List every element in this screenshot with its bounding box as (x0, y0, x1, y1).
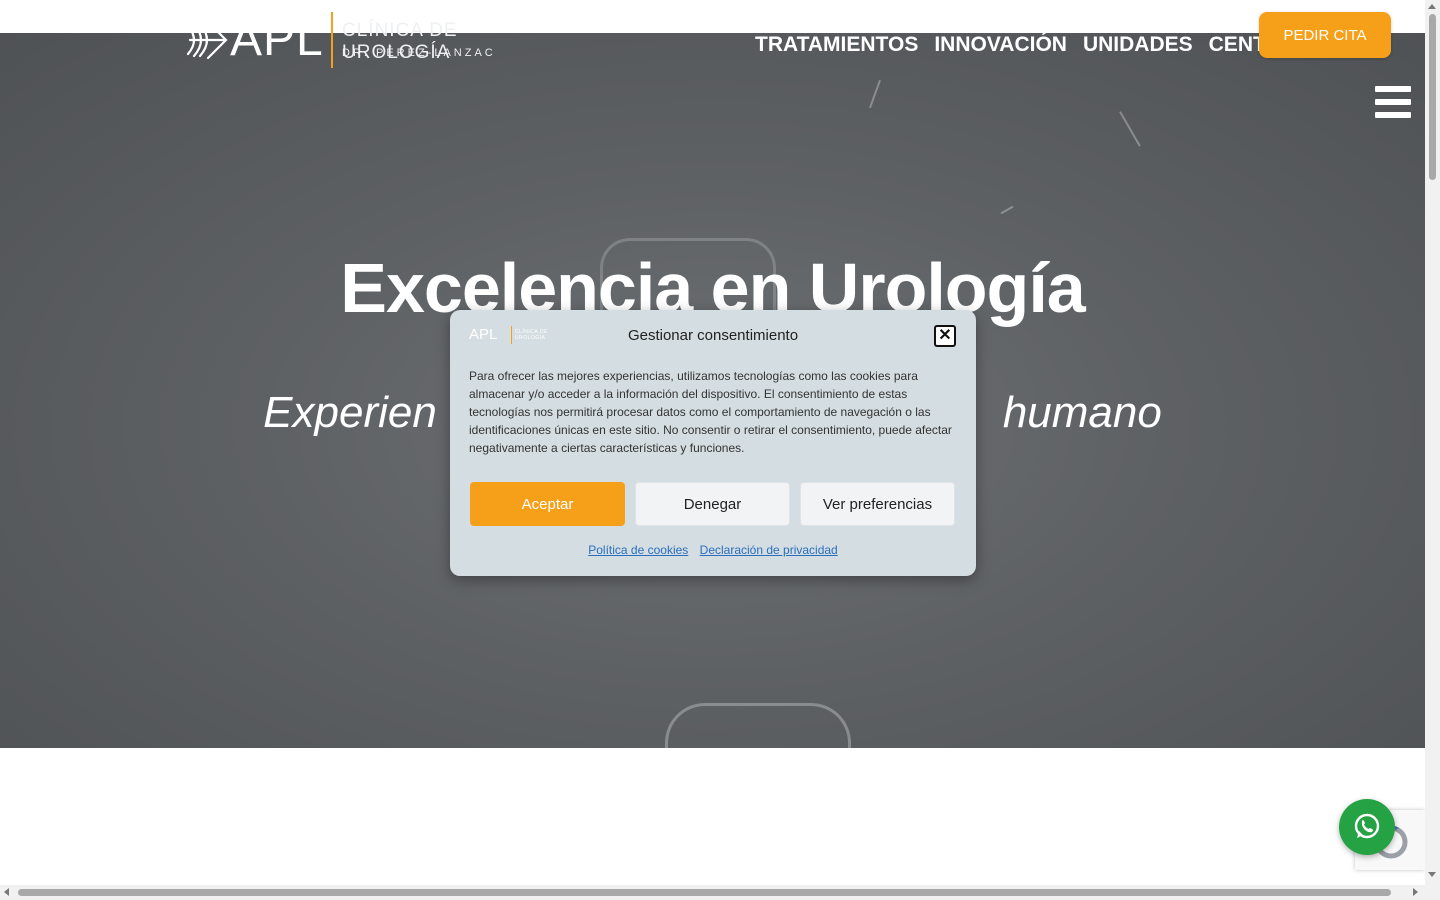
horizontal-scrollbar[interactable] (0, 885, 1425, 900)
vertical-scroll-thumb[interactable] (1429, 14, 1436, 180)
scroll-up-arrow-icon[interactable] (1428, 4, 1436, 9)
dialog-links: Política de cookies Declaración de priva… (450, 543, 976, 557)
hero-background-glass-bottom (665, 703, 851, 748)
hero-speck (868, 79, 882, 109)
hamburger-icon[interactable] (1375, 86, 1411, 118)
scroll-left-arrow-icon[interactable] (4, 888, 9, 896)
main-nav: TRATAMIENTOS INNOVACIÓN UNIDADES CENTROS (755, 32, 1311, 58)
privacy-statement-link[interactable]: Declaración de privacidad (700, 543, 838, 557)
scroll-down-arrow-icon[interactable] (1428, 872, 1436, 877)
hero-subtitle-left: Experien (263, 388, 437, 437)
dialog-body: Para ofrecer las mejores experiencias, u… (469, 369, 952, 455)
preferences-button[interactable]: Ver preferencias (800, 482, 955, 526)
logo-line2: DR. PÉREZ-LANZAC (342, 47, 496, 59)
scroll-right-arrow-icon[interactable] (1413, 888, 1418, 896)
site-logo[interactable]: APL CLÍNICA DE UROLOGÍA DR. PÉREZ-LANZAC (186, 12, 546, 68)
horizontal-scroll-thumb[interactable] (18, 889, 1391, 896)
cookie-consent-dialog: APL CLÍNICA DE UROLOGÍA Gestionar consen… (450, 310, 976, 576)
vertical-scrollbar[interactable] (1425, 0, 1440, 900)
pedir-cita-button[interactable]: PEDIR CITA (1259, 12, 1391, 58)
deny-button[interactable]: Denegar (635, 482, 790, 526)
whatsapp-button[interactable] (1339, 799, 1395, 855)
accept-button[interactable]: Aceptar (470, 482, 625, 526)
hero-speck (1119, 111, 1141, 147)
whatsapp-icon (1354, 813, 1380, 839)
nav-item-innovacion[interactable]: INNOVACIÓN (934, 32, 1067, 58)
logo-divider (331, 12, 333, 68)
logo-mark-icon (186, 20, 228, 60)
dialog-title: Gestionar consentimiento (627, 327, 799, 344)
hero-subtitle-right: humano (1002, 388, 1162, 437)
close-icon[interactable]: ✕ (934, 325, 956, 347)
hero-speck (1000, 205, 1014, 215)
nav-item-unidades[interactable]: UNIDADES (1083, 32, 1193, 58)
cookies-policy-link[interactable]: Política de cookies (588, 543, 688, 557)
logo-brand: APL (230, 13, 324, 66)
nav-item-tratamientos[interactable]: TRATAMIENTOS (755, 32, 918, 58)
